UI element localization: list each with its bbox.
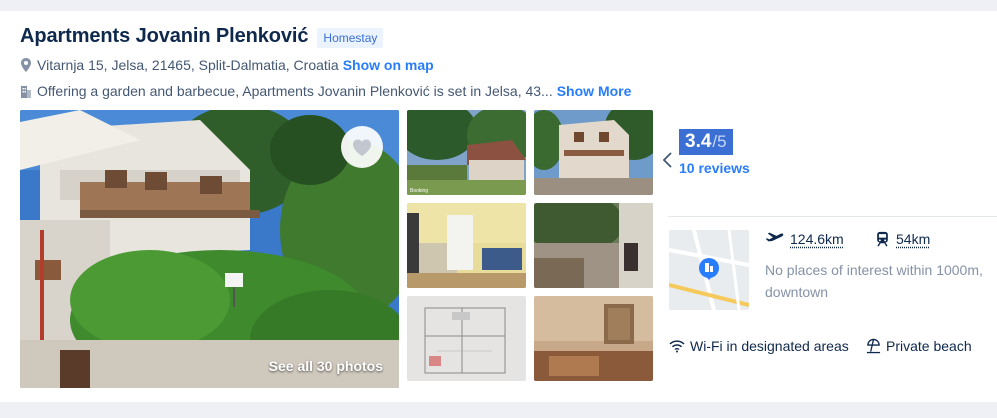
map-thumbnail[interactable]	[669, 230, 749, 310]
map-image	[669, 230, 749, 310]
photo-thumbnail[interactable]	[407, 203, 526, 288]
favorite-button[interactable]	[341, 126, 383, 168]
description-row: Offering a garden and barbecue, Apartmen…	[20, 83, 631, 99]
hotel-card: Apartments Jovanin Plenković Homestay Vi…	[0, 11, 997, 402]
beach-umbrella-icon	[866, 338, 881, 354]
airport-distance: 124.6km	[765, 231, 844, 247]
thumbnail-image: Booking	[407, 110, 526, 195]
address-text: Vitarnja 15, Jelsa, 21465, Split-Dalmati…	[37, 57, 339, 73]
amenity-label: Wi-Fi in designated areas	[690, 338, 849, 354]
rating-score-badge: 3.4 /5	[679, 129, 733, 155]
thumbnail-image	[407, 296, 526, 381]
title-row: Apartments Jovanin Plenković Homestay	[20, 25, 384, 48]
thumbnail-image	[534, 296, 653, 381]
amenity-private-beach: Private beach	[866, 338, 972, 354]
photo-thumbnail[interactable]	[534, 296, 653, 381]
location-pin-icon	[21, 58, 31, 72]
photo-thumbnail[interactable]: Booking	[407, 110, 526, 195]
photo-thumbnail[interactable]	[534, 110, 653, 195]
reviews-link[interactable]: 10 reviews	[679, 160, 750, 176]
airport-distance-value[interactable]: 124.6km	[790, 231, 844, 247]
station-distance: 54km	[875, 231, 930, 247]
thumbnail-image	[407, 203, 526, 288]
property-type-badge: Homestay	[317, 27, 384, 48]
photo-thumbnail[interactable]	[534, 203, 653, 288]
hotel-name[interactable]: Apartments Jovanin Plenković	[20, 25, 309, 48]
wifi-icon	[669, 340, 685, 353]
address-row: Vitarnja 15, Jelsa, 21465, Split-Dalmati…	[20, 57, 434, 73]
station-distance-value[interactable]: 54km	[896, 231, 930, 247]
heart-icon	[353, 139, 371, 156]
amenity-wifi: Wi-Fi in designated areas	[669, 338, 849, 354]
show-more-link[interactable]: Show More	[557, 83, 632, 99]
divider	[668, 216, 997, 217]
main-photo[interactable]: See all 30 photos	[20, 110, 399, 388]
rating-scale: /5	[712, 132, 727, 151]
rating-score: 3.4	[685, 131, 712, 152]
photo-thumbnail[interactable]	[407, 296, 526, 381]
amenity-label: Private beach	[886, 338, 972, 354]
chevron-left-icon[interactable]	[662, 152, 674, 168]
description-text: Offering a garden and barbecue, Apartmen…	[37, 83, 553, 99]
see-all-photos-link[interactable]: See all 30 photos	[269, 358, 383, 374]
train-icon	[877, 231, 888, 247]
points-of-interest-text: No places of interest within 1000m, down…	[765, 262, 983, 300]
thumbnail-watermark: Booking	[410, 188, 428, 194]
show-on-map-link[interactable]: Show on map	[343, 57, 434, 73]
thumbnail-image	[534, 203, 653, 288]
thumbnail-image	[534, 110, 653, 195]
building-icon	[21, 86, 31, 98]
airplane-icon	[765, 232, 784, 242]
